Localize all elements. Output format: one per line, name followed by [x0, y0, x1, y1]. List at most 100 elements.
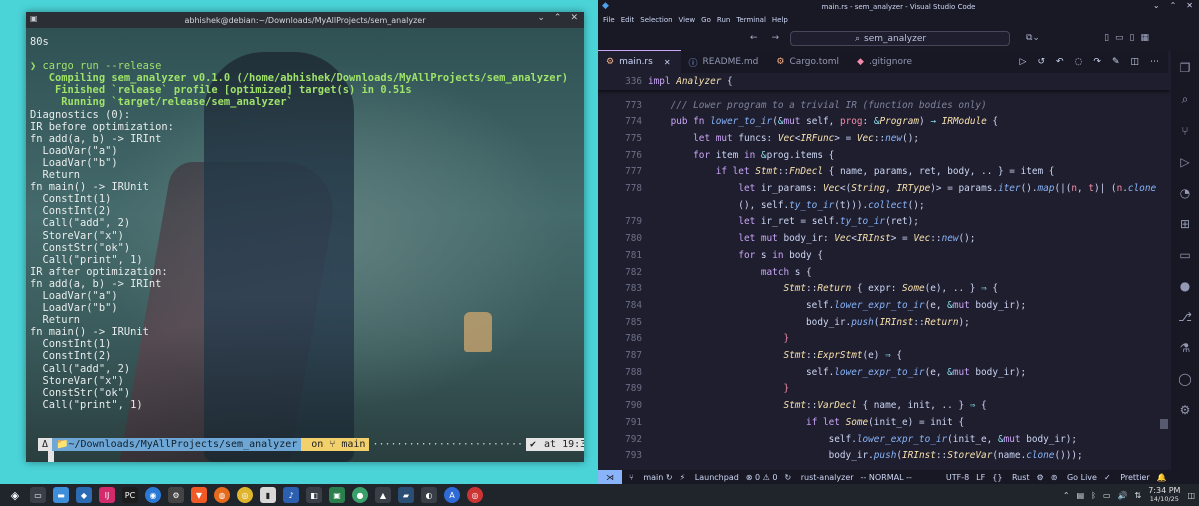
- maximize-icon[interactable]: ⌃: [1170, 1, 1177, 10]
- extensions-icon[interactable]: ⊞: [1180, 217, 1190, 231]
- network-icon[interactable]: ⇅: [1135, 491, 1142, 500]
- close-icon[interactable]: ✕: [570, 13, 578, 23]
- run-icon[interactable]: ▷: [1020, 57, 1027, 67]
- language-status[interactable]: {} Rust: [992, 473, 1029, 482]
- testing-icon[interactable]: ⚗: [1180, 341, 1191, 355]
- search-box[interactable]: ⌕ sem_analyzer: [790, 31, 1010, 46]
- code-line[interactable]: 774 pub fn lower_to_ir(&mut self, prog: …: [598, 114, 1170, 130]
- menu-item-go[interactable]: Go: [701, 16, 711, 24]
- code-line[interactable]: 781 for s in body {: [598, 247, 1170, 263]
- history-icon[interactable]: ↺: [1037, 57, 1045, 67]
- launchpad-status[interactable]: ⚡ Launchpad: [680, 473, 739, 482]
- changes-icon[interactable]: ◌: [1075, 57, 1083, 67]
- code-line[interactable]: 776 for item in &prog.items {: [598, 147, 1170, 163]
- gpu-icon[interactable]: ●: [352, 487, 368, 503]
- split-editor-icon[interactable]: ◫: [1130, 57, 1139, 67]
- copilot-icon[interactable]: ⧉⌄: [1026, 33, 1040, 43]
- menu-item-view[interactable]: View: [679, 16, 696, 24]
- gitlens-icon[interactable]: ⎇: [1178, 310, 1192, 324]
- code-line[interactable]: 788 self.lower_expr_to_ir(e, &mut body_i…: [598, 364, 1170, 380]
- show-desktop-icon[interactable]: ◫: [1187, 491, 1195, 500]
- code-line[interactable]: 780 let mut body_ir: Vec<IRInst> = Vec::…: [598, 231, 1170, 247]
- tab-main-rs[interactable]: ⚙ main.rs ✕: [598, 50, 681, 73]
- notifications-icon[interactable]: 🔔: [1157, 473, 1167, 482]
- nvidia-icon[interactable]: ▰: [398, 487, 414, 503]
- vscode-taskbar-icon[interactable]: ◆: [76, 487, 92, 503]
- terminal-titlebar[interactable]: ▣ abhishek@debian:~/Downloads/MyAllProje…: [26, 12, 584, 28]
- music-player-icon[interactable]: ♪: [283, 487, 299, 503]
- remote-explorer-icon[interactable]: ▭: [1179, 248, 1190, 262]
- editor-scrollbar[interactable]: [1160, 419, 1168, 429]
- code-line[interactable]: 785 body_ir.push(IRInst::Return);: [598, 314, 1170, 330]
- forward-arrow-icon[interactable]: →: [772, 33, 780, 43]
- code-line[interactable]: 784 self.lower_expr_to_ir(e, &mut body_i…: [598, 297, 1170, 313]
- code-editor[interactable]: 336 impl Analyzer { 773 /// Lower progra…: [598, 73, 1170, 466]
- copilot-chat-icon[interactable]: ✎: [1112, 57, 1120, 67]
- problems-status[interactable]: ⊗ 0 ⚠ 0: [746, 473, 778, 482]
- run-debug-icon[interactable]: ▷: [1180, 155, 1189, 169]
- toggle-panel-icon[interactable]: ▭: [1115, 33, 1124, 43]
- terminal-output[interactable]: 80s ❯ cargo run --release Compiling sem_a…: [30, 36, 568, 411]
- screenshot-icon[interactable]: ◧: [306, 487, 322, 503]
- app-launcher-icon[interactable]: ◈: [7, 487, 23, 503]
- terminal-window[interactable]: ▣ abhishek@debian:~/Downloads/MyAllProje…: [26, 12, 584, 462]
- accounts-icon[interactable]: ◯: [1178, 372, 1191, 386]
- explorer-icon[interactable]: ❐: [1180, 61, 1191, 75]
- brave-icon[interactable]: ▼: [191, 487, 207, 503]
- code-line[interactable]: 777 if let Stmt::FnDecl { name, params, …: [598, 164, 1170, 180]
- tab-cargo-toml[interactable]: ⚙ Cargo.toml: [768, 51, 849, 73]
- store-icon[interactable]: A: [444, 487, 460, 503]
- clipboard-icon[interactable]: ▤: [1077, 491, 1085, 500]
- volume-icon[interactable]: 🔊: [1118, 491, 1128, 500]
- more-actions-icon[interactable]: ⋯: [1150, 57, 1159, 67]
- go-live-status[interactable]: ⊚ Go Live: [1051, 473, 1097, 482]
- go-forward-icon[interactable]: ↷: [1093, 57, 1101, 67]
- prettier-status[interactable]: ✓ Prettier: [1104, 473, 1150, 482]
- eol-status[interactable]: LF: [976, 473, 985, 482]
- code-line[interactable]: 790 Stmt::VarDecl { name, init, .. } ⇒ {: [598, 398, 1170, 414]
- menu-item-help[interactable]: Help: [772, 16, 788, 24]
- menu-item-file[interactable]: File: [603, 16, 615, 24]
- code-line[interactable]: 791 if let Some(init_e) = init {: [598, 414, 1170, 430]
- code-line[interactable]: 786 }: [598, 331, 1170, 347]
- code-line[interactable]: 782 match s {: [598, 264, 1170, 280]
- settings-icon[interactable]: ⚙: [168, 487, 184, 503]
- code-line[interactable]: 783 Stmt::Return { expr: Some(e), .. } ⇒…: [598, 281, 1170, 297]
- chrome-icon[interactable]: ◎: [237, 487, 253, 503]
- code-line[interactable]: 773 /// Lower program to a trivial IR (f…: [598, 97, 1170, 113]
- source-control-icon[interactable]: ⑂: [1181, 124, 1188, 138]
- minimize-icon[interactable]: ⌄: [1153, 1, 1160, 10]
- code-line[interactable]: 792 self.lower_expr_to_ir(init_e, &mut b…: [598, 431, 1170, 447]
- back-arrow-icon[interactable]: ←: [750, 33, 758, 43]
- code-line[interactable]: 775 let mut funcs: Vec<IRFunc> = Vec::ne…: [598, 130, 1170, 146]
- menu-item-selection[interactable]: Selection: [640, 16, 672, 24]
- bluetooth-icon[interactable]: ᛒ: [1091, 491, 1096, 500]
- vscode-titlebar[interactable]: ◆ main.rs - sem_analyzer - Visual Studio…: [598, 0, 1199, 13]
- menu-item-terminal[interactable]: Terminal: [736, 16, 766, 24]
- code-line[interactable]: 793 body_ir.push(IRInst::StoreVar(name.c…: [598, 448, 1170, 464]
- tray-arrow-icon[interactable]: ⌃: [1063, 491, 1070, 500]
- monitor-icon[interactable]: ▣: [329, 487, 345, 503]
- settings-gear-icon[interactable]: ⚙: [1180, 403, 1191, 417]
- desktop-icon[interactable]: ▭: [30, 487, 46, 503]
- search-panel-icon[interactable]: ⌕: [1182, 92, 1189, 107]
- menu-item-run[interactable]: Run: [717, 16, 730, 24]
- firefox-icon[interactable]: ◍: [214, 487, 230, 503]
- code-line[interactable]: 778 let ir_params: Vec<(String, IRType)>…: [598, 181, 1170, 197]
- toggle-sidebar-icon[interactable]: ▯: [1104, 33, 1109, 43]
- remote-indicator-icon[interactable]: ⋊: [598, 470, 622, 484]
- format-icon[interactable]: ⚙: [1037, 473, 1044, 482]
- code-line[interactable]: 779 let ir_ret = self.ty_to_ir(ret);: [598, 214, 1170, 230]
- pycharm-icon[interactable]: PC: [122, 487, 138, 503]
- tab--gitignore[interactable]: ◆ .gitignore: [849, 51, 922, 73]
- sticky-scroll-header[interactable]: 336 impl Analyzer {: [598, 73, 1170, 90]
- browser-icon[interactable]: ◉: [145, 487, 161, 503]
- rust-analyzer-status[interactable]: ↻ rust-analyzer: [784, 473, 853, 482]
- tab-readme-md[interactable]: ⓘ README.md: [681, 51, 769, 73]
- terminal-taskbar-icon[interactable]: ▮: [260, 487, 276, 503]
- timeline-icon[interactable]: ◔: [1180, 186, 1190, 200]
- github-icon[interactable]: ●: [1180, 279, 1190, 293]
- display-icon[interactable]: ▭: [1103, 491, 1111, 500]
- toggle-aux-icon[interactable]: ▯: [1130, 33, 1135, 43]
- code-line[interactable]: 787 Stmt::ExprStmt(e) ⇒ {: [598, 348, 1170, 364]
